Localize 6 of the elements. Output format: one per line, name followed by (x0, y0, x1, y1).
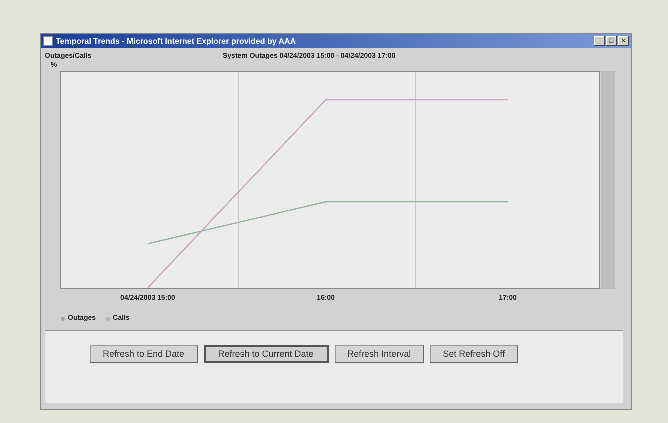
refresh-button[interactable]: Set Refresh Off (430, 345, 518, 363)
refresh-button[interactable]: Refresh Interval (334, 345, 424, 363)
window-title: Temporal Trends - Microsoft Internet Explorer provided by AAA (56, 36, 298, 46)
refresh-button[interactable]: Refresh to End Date (90, 345, 198, 363)
browser-icon (43, 36, 53, 46)
refresh-button[interactable]: Refresh to Current Date (204, 345, 329, 363)
